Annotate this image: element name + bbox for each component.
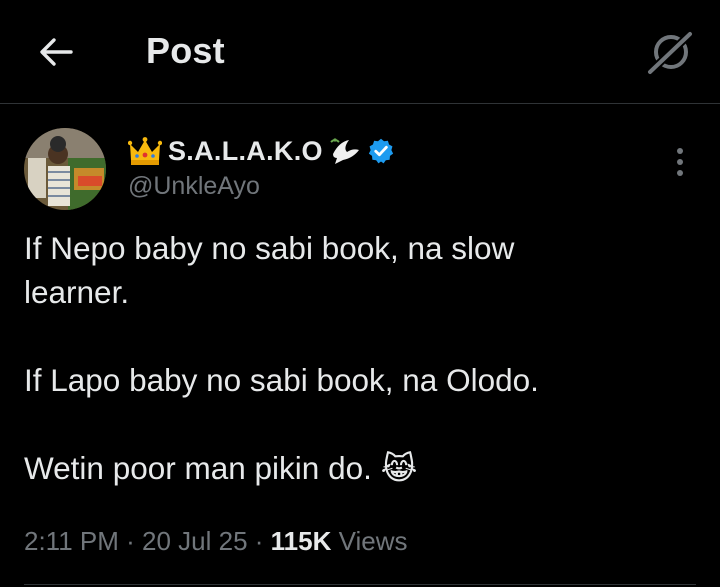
tweet-line: If Nepo baby no sabi book, na slow — [24, 230, 515, 266]
grok-icon — [647, 31, 693, 75]
top-bar: Post — [0, 0, 720, 104]
tweet-line: If Lapo baby no sabi book, na Olodo. — [24, 362, 539, 398]
more-options-button[interactable] — [666, 144, 694, 180]
meta-separator: · — [118, 525, 143, 556]
views-label: Views — [331, 525, 408, 556]
tweet-date[interactable]: 20 Jul 25 — [142, 526, 248, 557]
verified-badge-icon — [368, 138, 393, 164]
avatar[interactable] — [24, 128, 106, 210]
tweet-line: Wetin poor man pikin do. 😹 — [24, 450, 418, 486]
grok-button[interactable] — [644, 28, 696, 76]
author-name: S.A.L.A.K.O — [168, 135, 323, 166]
author-handle[interactable]: @UnkleAyo — [128, 172, 260, 201]
divider — [24, 584, 696, 585]
more-vertical-icon — [677, 148, 683, 176]
tweet-line: learner. — [24, 274, 130, 310]
crown-emoji-icon — [128, 137, 162, 165]
tweet-time[interactable]: 2:11 PM — [24, 526, 119, 557]
tweet-text: If Nepo baby no sabi book, na slow learn… — [24, 226, 696, 490]
dove-emoji-icon — [330, 138, 359, 164]
arrow-left-icon — [40, 38, 73, 66]
page-title: Post — [146, 30, 225, 71]
views-count[interactable]: 115K — [271, 526, 332, 557]
tweet-meta: 2:11 PM · 20 Jul 25 · 115K Views — [24, 522, 408, 560]
meta-separator: · — [247, 525, 271, 556]
author-name-row[interactable]: S.A.L.A.K.O — [128, 134, 395, 168]
back-button[interactable] — [36, 32, 76, 72]
